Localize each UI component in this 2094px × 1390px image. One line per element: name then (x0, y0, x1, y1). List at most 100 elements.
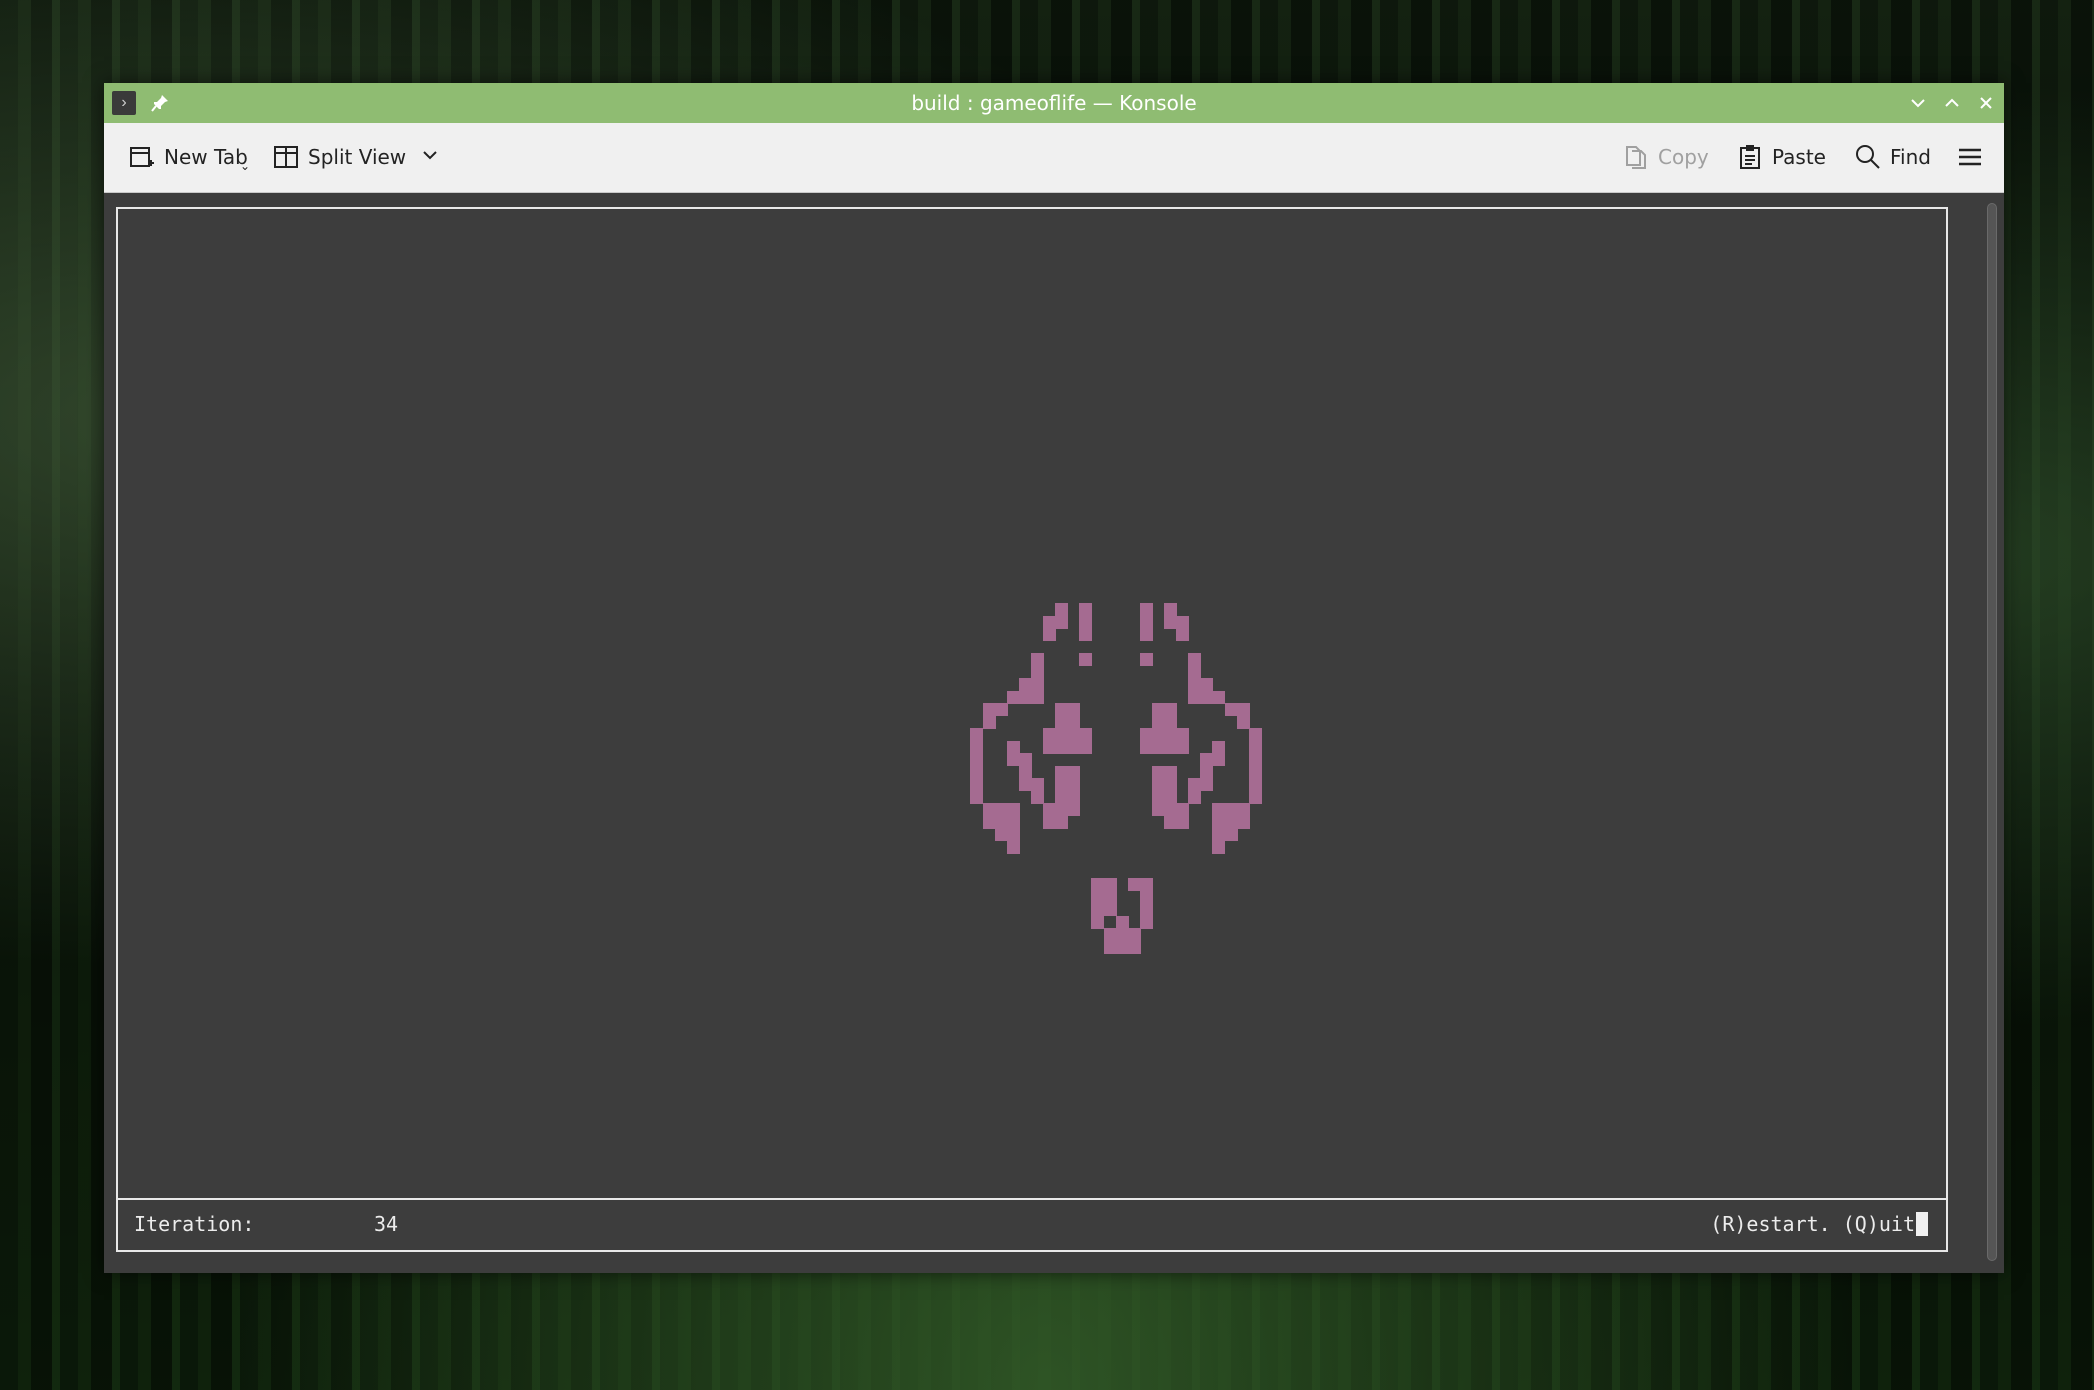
live-cell (1055, 615, 1069, 629)
live-cell (1164, 703, 1177, 716)
live-cell (1115, 940, 1129, 954)
live-cell (1236, 715, 1250, 729)
terminal-view[interactable]: Iteration: 34 (R)estart. (Q)uit (116, 207, 1952, 1252)
live-cell (1103, 890, 1117, 904)
minimize-button[interactable] (1904, 89, 1932, 117)
window-title: build : gameoflife — Konsole (911, 91, 1197, 115)
live-cell (1248, 765, 1262, 779)
live-cell (970, 740, 984, 754)
live-cell (1139, 890, 1153, 904)
live-cell (1067, 728, 1081, 741)
live-cell (1006, 815, 1020, 829)
live-cell (1043, 615, 1056, 629)
live-cell (1139, 740, 1153, 754)
live-cell (1055, 740, 1069, 754)
chevron-down-icon (423, 150, 437, 159)
hamburger-menu-icon (1959, 148, 1981, 166)
live-cell (1055, 790, 1069, 804)
live-cell (1200, 765, 1214, 779)
live-cell (1067, 803, 1081, 816)
live-cell (1212, 815, 1226, 829)
live-cell (1212, 740, 1226, 754)
live-cell (982, 815, 996, 829)
live-cell (1164, 778, 1177, 791)
live-cell (1043, 803, 1056, 816)
live-cell (1055, 815, 1069, 829)
hamburger-menu-button[interactable] (1956, 135, 1984, 179)
live-cell (1006, 840, 1020, 854)
live-cell (1006, 753, 1020, 766)
live-cell (1115, 928, 1129, 941)
live-cell (1067, 790, 1081, 804)
copy-icon (1622, 143, 1650, 171)
live-cell (1188, 665, 1202, 679)
live-cell (1176, 628, 1190, 641)
live-cell (1164, 740, 1177, 754)
live-cell (1006, 803, 1020, 816)
live-cell (970, 778, 984, 791)
live-cell (1079, 728, 1093, 741)
live-cell (1067, 765, 1081, 779)
live-cell (1091, 903, 1105, 916)
paste-button[interactable]: Paste (1736, 135, 1826, 179)
live-cell (1176, 803, 1190, 816)
live-cell (1103, 928, 1117, 941)
live-cell (1103, 940, 1117, 954)
live-cell (1139, 603, 1153, 616)
scrollbar-track[interactable] (1987, 203, 1997, 1261)
live-cell (1139, 653, 1153, 666)
live-cell (1018, 765, 1032, 779)
live-cell (1176, 740, 1190, 754)
live-cell (982, 803, 996, 816)
split-view-button[interactable]: Split View (272, 135, 440, 179)
live-cell (994, 803, 1008, 816)
live-cell (1224, 815, 1238, 829)
live-cell (1103, 878, 1117, 891)
title-bar[interactable]: › build : gameoflife — Konsole (104, 83, 2004, 123)
live-cell (1043, 815, 1056, 829)
live-cell (994, 703, 1008, 716)
new-tab-icon (128, 143, 156, 171)
live-cell (994, 815, 1008, 829)
live-cell (1212, 840, 1226, 854)
live-cell (1164, 715, 1177, 729)
live-cell (1224, 803, 1238, 816)
split-view-dropdown[interactable] (420, 145, 440, 170)
live-cell (1030, 690, 1044, 704)
live-cell (1248, 753, 1262, 766)
live-cell (1127, 878, 1141, 891)
live-cell (1151, 778, 1165, 791)
live-cell (1151, 803, 1165, 816)
live-cell (1212, 690, 1226, 704)
live-cell (1151, 740, 1165, 754)
live-cell (1151, 703, 1165, 716)
chevron-up-icon (1945, 98, 1959, 107)
live-cell (1091, 915, 1105, 929)
live-cell (1127, 940, 1141, 954)
live-cell (1212, 753, 1226, 766)
live-cell (1091, 890, 1105, 904)
find-button[interactable]: Find (1854, 135, 1931, 179)
key-hints: (R)estart. (Q)uit (1710, 1212, 1928, 1236)
live-cell (1055, 765, 1069, 779)
live-cell (1030, 665, 1044, 679)
close-button[interactable] (1972, 89, 2000, 117)
live-cell (1091, 878, 1105, 891)
new-tab-button[interactable]: New Tab ⌄ (128, 135, 250, 179)
live-cell (1151, 715, 1165, 729)
terminal-scrollbar[interactable] (1985, 203, 1997, 1261)
terminal-cursor (1916, 1212, 1928, 1236)
status-bar: Iteration: 34 (R)estart. (Q)uit (116, 1200, 1948, 1252)
copy-button[interactable]: Copy (1622, 135, 1709, 179)
live-cell (1079, 740, 1093, 754)
live-cell (1176, 815, 1190, 829)
live-cell (1115, 915, 1129, 929)
live-cell (1176, 615, 1190, 629)
live-cell (1200, 690, 1214, 704)
live-cell (1079, 628, 1093, 641)
live-cell (1151, 790, 1165, 804)
live-cell (1236, 815, 1250, 829)
live-cell (1200, 778, 1214, 791)
maximize-button[interactable] (1938, 89, 1966, 117)
live-cell (1164, 728, 1177, 741)
